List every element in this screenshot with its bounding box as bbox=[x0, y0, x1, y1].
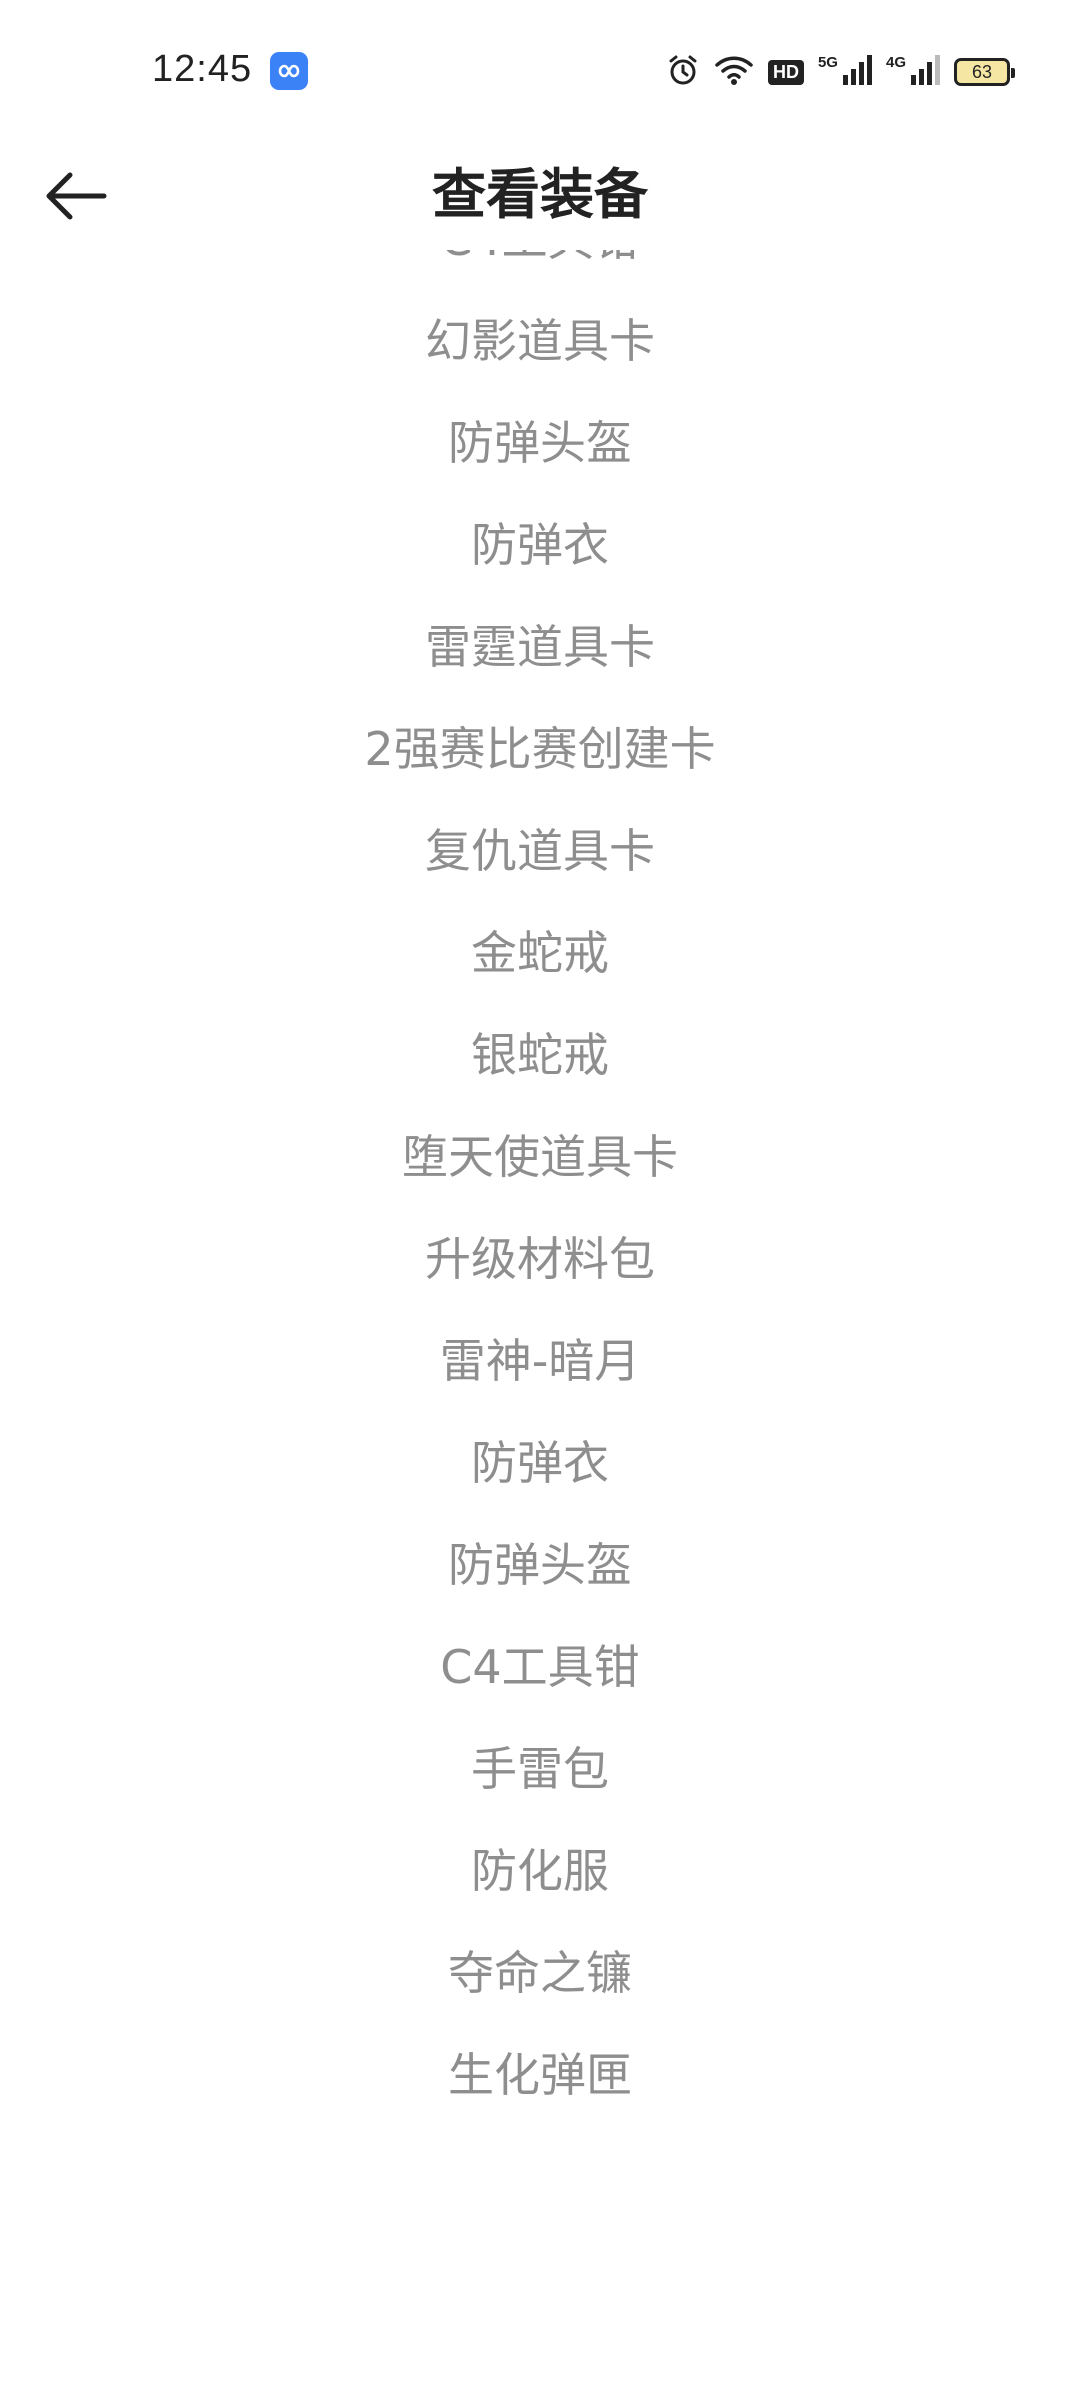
hd-voice-icon: HD bbox=[767, 59, 804, 85]
list-item[interactable]: 复仇道具卡 bbox=[0, 800, 1080, 902]
list-item[interactable]: 银蛇戒 bbox=[0, 1004, 1080, 1106]
signal-4g-icon bbox=[910, 53, 940, 91]
signal-5g-icon bbox=[842, 53, 872, 91]
page-title: 查看装备 bbox=[432, 163, 648, 226]
list-item[interactable]: 2强赛比赛创建卡 bbox=[0, 698, 1080, 800]
list-item[interactable]: C4工具钳 bbox=[0, 250, 1080, 290]
list-item[interactable]: 生化弹匣 bbox=[0, 2024, 1080, 2126]
app-header: 查看装备 bbox=[0, 140, 1080, 250]
infinity-app-icon bbox=[270, 52, 308, 90]
status-icons: HD 5G 4G 63 bbox=[666, 50, 1015, 94]
list-item[interactable]: 手雷包 bbox=[0, 1718, 1080, 1820]
equipment-list-content: C4工具钳幻影道具卡防弹头盔防弹衣雷霆道具卡2强赛比赛创建卡复仇道具卡金蛇戒银蛇… bbox=[0, 250, 1080, 2140]
list-item[interactable]: 防弹头盔 bbox=[0, 1514, 1080, 1616]
status-time: 12:45 bbox=[152, 48, 253, 90]
list-item[interactable]: 幻影道具卡 bbox=[0, 290, 1080, 392]
wifi-icon bbox=[714, 53, 754, 91]
list-item[interactable]: 防化服 bbox=[0, 1820, 1080, 1922]
list-item[interactable]: 雷神-暗月 bbox=[0, 1310, 1080, 1412]
alarm-icon bbox=[666, 53, 700, 91]
list-item[interactable]: 防弹衣 bbox=[0, 1412, 1080, 1514]
equipment-list[interactable]: C4工具钳幻影道具卡防弹头盔防弹衣雷霆道具卡2强赛比赛创建卡复仇道具卡金蛇戒银蛇… bbox=[0, 250, 1080, 2140]
list-item[interactable]: 雷霆道具卡 bbox=[0, 596, 1080, 698]
network-4g-label: 4G bbox=[885, 54, 906, 71]
list-item[interactable]: 防弹衣 bbox=[0, 494, 1080, 596]
list-item[interactable]: 金蛇戒 bbox=[0, 902, 1080, 1004]
list-item[interactable]: C4工具钳 bbox=[0, 1616, 1080, 1718]
list-item[interactable]: 夺命之镰 bbox=[0, 1922, 1080, 2024]
list-item[interactable]: 堕天使道具卡 bbox=[0, 1106, 1080, 1208]
status-bar: 12:45 HD 5G 4G 63 bbox=[0, 0, 1080, 140]
list-item[interactable]: 防弹头盔 bbox=[0, 392, 1080, 494]
network-5g-label: 5G bbox=[817, 54, 838, 71]
battery-icon: 63 bbox=[954, 58, 1015, 86]
list-item[interactable]: 升级材料包 bbox=[0, 1208, 1080, 1310]
